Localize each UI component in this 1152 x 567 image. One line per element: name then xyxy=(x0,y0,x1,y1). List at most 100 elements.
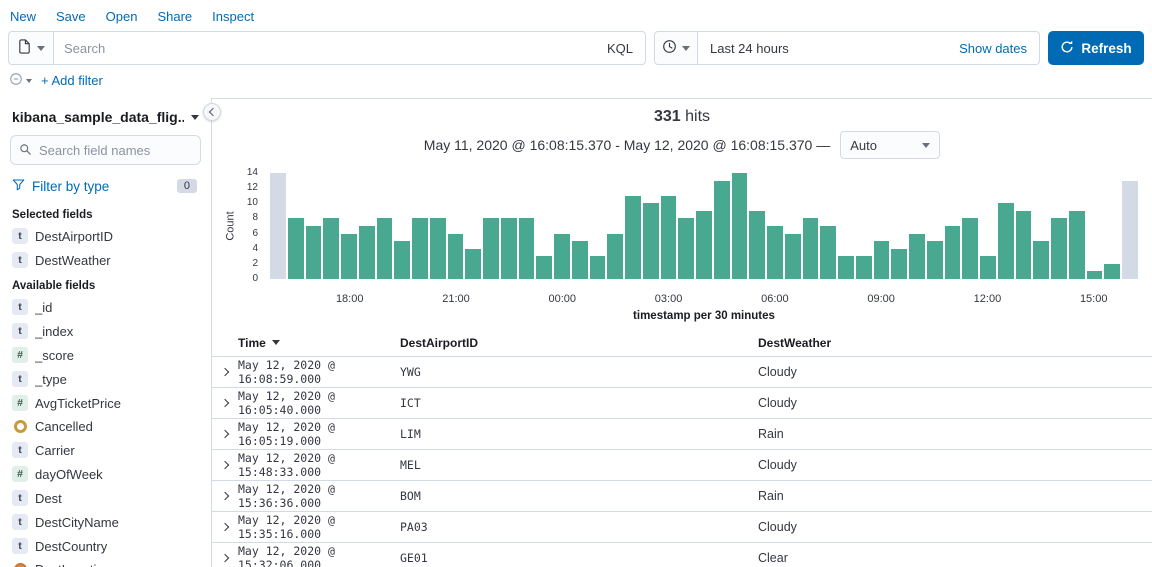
histogram-bar[interactable] xyxy=(519,218,535,279)
histogram-bar[interactable] xyxy=(270,173,286,279)
histogram-bar[interactable] xyxy=(945,226,961,279)
histogram-bar[interactable] xyxy=(856,256,872,279)
histogram-bar[interactable] xyxy=(980,256,996,279)
content-area: kibana_sample_data_flig... Filter by typ… xyxy=(0,98,1152,567)
time-picker-button[interactable] xyxy=(654,31,698,65)
histogram-bar[interactable] xyxy=(483,218,499,279)
histogram-bar[interactable] xyxy=(909,234,925,279)
saved-query-menu-button[interactable] xyxy=(8,31,54,65)
field-type-number-icon: # xyxy=(12,395,28,411)
histogram-bar[interactable] xyxy=(714,181,730,279)
field-item-DestWeather[interactable]: tDestWeather xyxy=(10,248,201,272)
field-name: dayOfWeek xyxy=(35,467,103,482)
histogram-bar[interactable] xyxy=(1069,211,1085,279)
histogram-bar[interactable] xyxy=(661,196,677,279)
expand-row-button[interactable] xyxy=(212,431,238,437)
interval-select[interactable]: Auto xyxy=(840,131,940,159)
dest-airport-column-header[interactable]: DestAirportID xyxy=(400,336,758,350)
histogram-bar[interactable] xyxy=(1016,211,1032,279)
expand-row-button[interactable] xyxy=(212,493,238,499)
histogram-bar[interactable] xyxy=(962,218,978,279)
histogram-bar[interactable] xyxy=(927,241,943,279)
field-item-Cancelled[interactable]: Cancelled xyxy=(10,415,201,438)
field-item-DestLocation[interactable]: DestLocation xyxy=(10,558,201,567)
histogram-bar[interactable] xyxy=(820,226,836,279)
histogram-bar[interactable] xyxy=(838,256,854,279)
histogram-bar[interactable] xyxy=(448,234,464,279)
histogram-bar[interactable] xyxy=(501,218,517,279)
index-pattern-switcher[interactable]: kibana_sample_data_flig... xyxy=(10,104,201,135)
field-item-Carrier[interactable]: tCarrier xyxy=(10,438,201,462)
expand-row-button[interactable] xyxy=(212,369,238,375)
filter-by-type-button[interactable]: Filter by type 0 xyxy=(10,169,201,201)
saved-filters-menu-button[interactable] xyxy=(9,72,32,89)
field-item-DestAirportID[interactable]: tDestAirportID xyxy=(10,224,201,248)
histogram-bar[interactable] xyxy=(306,226,322,279)
histogram-bar[interactable] xyxy=(1051,218,1067,279)
kql-button[interactable]: KQL xyxy=(595,41,645,56)
field-item-AvgTicketPrice[interactable]: #AvgTicketPrice xyxy=(10,391,201,415)
histogram-bar[interactable] xyxy=(323,218,339,279)
collapse-sidebar-button[interactable] xyxy=(203,103,221,121)
histogram-bar[interactable] xyxy=(377,218,393,279)
histogram-bar[interactable] xyxy=(1104,264,1120,279)
expand-row-button[interactable] xyxy=(212,400,238,406)
histogram-bar[interactable] xyxy=(998,203,1014,279)
histogram-bar[interactable] xyxy=(359,226,375,279)
field-item-DestCountry[interactable]: tDestCountry xyxy=(10,534,201,558)
nav-link-open[interactable]: Open xyxy=(106,9,138,24)
field-item-dayOfWeek[interactable]: #dayOfWeek xyxy=(10,462,201,486)
histogram-bar[interactable] xyxy=(341,234,357,279)
nav-link-new[interactable]: New xyxy=(10,9,36,24)
field-search-input[interactable] xyxy=(10,135,201,165)
histogram-bar[interactable] xyxy=(767,226,783,279)
histogram-bar[interactable] xyxy=(874,241,890,279)
expand-row-button[interactable] xyxy=(212,524,238,530)
histogram-bar[interactable] xyxy=(430,218,446,279)
field-item-_index[interactable]: t_index xyxy=(10,319,201,343)
histogram-bar[interactable] xyxy=(465,249,481,279)
histogram-bar[interactable] xyxy=(891,249,907,279)
histogram-bar[interactable] xyxy=(803,218,819,279)
show-dates-link[interactable]: Show dates xyxy=(959,41,1027,56)
refresh-button[interactable]: Refresh xyxy=(1048,31,1144,65)
histogram-bar[interactable] xyxy=(394,241,410,279)
field-item-Dest[interactable]: tDest xyxy=(10,486,201,510)
field-name: _type xyxy=(35,372,67,387)
histogram-bar[interactable] xyxy=(1122,181,1138,279)
histogram-bar[interactable] xyxy=(678,218,694,279)
field-item-_id[interactable]: t_id xyxy=(10,295,201,319)
histogram-bar[interactable] xyxy=(590,256,606,279)
time-range-display[interactable]: Last 24 hours Show dates xyxy=(698,31,1040,65)
y-axis-tick: 0 xyxy=(252,273,258,284)
histogram-bar[interactable] xyxy=(1087,271,1103,279)
histogram-bar[interactable] xyxy=(412,218,428,279)
expand-row-button[interactable] xyxy=(212,555,238,561)
search-input[interactable] xyxy=(54,41,595,56)
nav-link-share[interactable]: Share xyxy=(157,9,192,24)
field-item-_type[interactable]: t_type xyxy=(10,367,201,391)
nav-link-inspect[interactable]: Inspect xyxy=(212,9,254,24)
time-column-header[interactable]: Time xyxy=(238,336,400,350)
histogram-bar[interactable] xyxy=(536,256,552,279)
field-type-string-icon: t xyxy=(12,228,28,244)
field-type-string-icon: t xyxy=(12,299,28,315)
histogram-bar[interactable] xyxy=(607,234,623,279)
histogram-bar[interactable] xyxy=(785,234,801,279)
field-item-_score[interactable]: #_score xyxy=(10,343,201,367)
histogram-bar[interactable] xyxy=(732,173,748,279)
histogram-bar[interactable] xyxy=(1033,241,1049,279)
discover-main-panel: 331 hits May 11, 2020 @ 16:08:15.370 - M… xyxy=(211,98,1152,567)
nav-link-save[interactable]: Save xyxy=(56,9,86,24)
add-filter-link[interactable]: + Add filter xyxy=(41,73,103,88)
histogram-bar[interactable] xyxy=(749,211,765,279)
histogram-bar[interactable] xyxy=(643,203,659,279)
histogram-bar[interactable] xyxy=(696,211,712,279)
field-item-DestCityName[interactable]: tDestCityName xyxy=(10,510,201,534)
dest-weather-column-header[interactable]: DestWeather xyxy=(758,336,1152,350)
histogram-bar[interactable] xyxy=(288,218,304,279)
histogram-bar[interactable] xyxy=(625,196,641,279)
histogram-bar[interactable] xyxy=(572,241,588,279)
expand-row-button[interactable] xyxy=(212,462,238,468)
histogram-bar[interactable] xyxy=(554,234,570,279)
